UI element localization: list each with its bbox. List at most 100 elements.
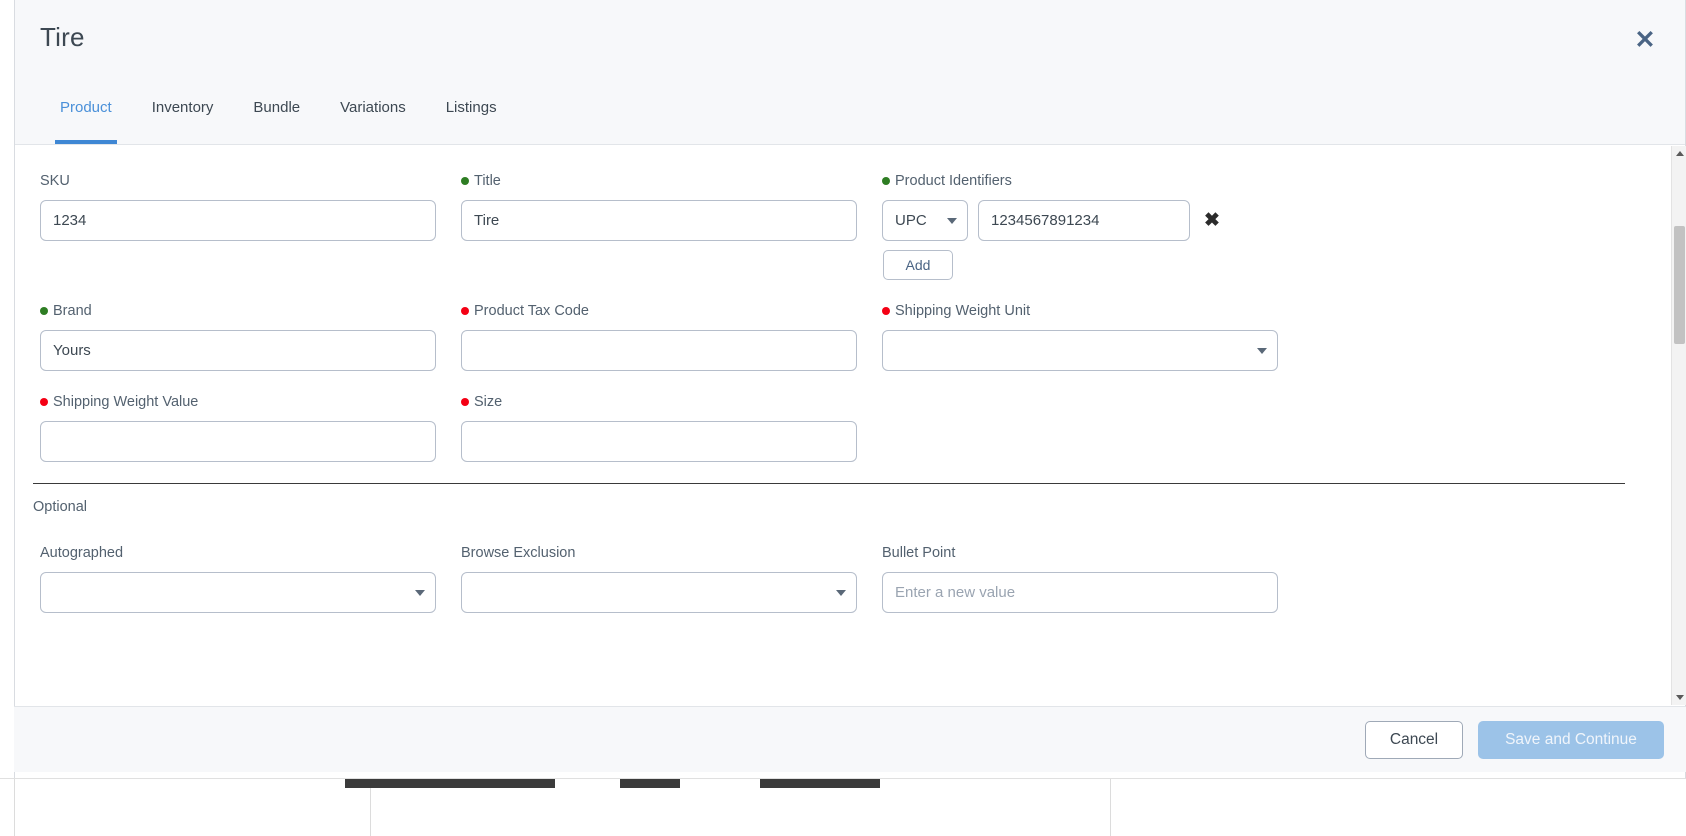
field-browse-exclusion-label: Browse Exclusion: [461, 545, 576, 561]
size-input[interactable]: [461, 421, 857, 462]
field-title-label: Title: [474, 173, 501, 189]
field-autographed: Autographed: [40, 543, 436, 613]
field-product-tax-code-label: Product Tax Code: [474, 303, 589, 319]
chevron-down-icon: [836, 589, 846, 596]
product-identifier-row: UPC ✖: [882, 200, 1278, 241]
chevron-down-icon: [1257, 347, 1267, 354]
chevron-down-icon: [947, 217, 957, 224]
tab-bar: Product Inventory Bundle Variations List…: [15, 97, 1685, 145]
tab-listings[interactable]: Listings: [426, 97, 517, 144]
field-size-label: Size: [474, 394, 503, 410]
field-bullet-point-label: Bullet Point: [882, 545, 956, 561]
shipping-weight-value-input[interactable]: [40, 421, 436, 462]
product-modal: Tire ✕ Product Inventory Bundle Variatio…: [14, 0, 1686, 778]
cancel-button[interactable]: Cancel: [1365, 720, 1463, 759]
field-sku-label-wrap: SKU: [40, 171, 436, 191]
modal-body: SKU Title Product Identifiers: [15, 145, 1685, 778]
scroll-down-button[interactable]: [1672, 690, 1686, 705]
field-brand-label: Brand: [53, 303, 92, 319]
field-bullet-point-label-wrap: Bullet Point: [882, 543, 1278, 563]
autographed-select[interactable]: [40, 572, 436, 613]
optional-section-title: Optional: [33, 499, 88, 515]
status-dot: [461, 307, 469, 315]
browse-exclusion-select[interactable]: [461, 572, 857, 613]
chevron-down-icon: [415, 589, 425, 596]
chevron-up-icon: [1675, 151, 1684, 156]
strip-text-block: [620, 779, 680, 788]
status-dot: [882, 307, 890, 315]
title-input[interactable]: [461, 200, 857, 241]
field-browse-exclusion: Browse Exclusion: [461, 543, 857, 613]
brand-input[interactable]: [40, 330, 436, 371]
strip-divider: [1110, 779, 1111, 836]
field-spacer: [882, 392, 1278, 462]
modal-header: Tire ✕: [15, 0, 1685, 97]
status-dot: [882, 177, 890, 185]
field-product-tax-code-label-wrap: Product Tax Code: [461, 301, 857, 321]
scrollbar-thumb[interactable]: [1674, 226, 1685, 344]
form-row-optional-1: Autographed Browse Exclusion Bullet Poin…: [40, 543, 1625, 613]
strip-text-block: [760, 779, 880, 788]
tab-variations[interactable]: Variations: [320, 97, 426, 144]
form-row-2: Brand Product Tax Code Shipping Weight U…: [40, 301, 1625, 371]
field-autographed-label-wrap: Autographed: [40, 543, 436, 563]
status-dot: [461, 398, 469, 406]
background-page-sliver: [0, 778, 1686, 836]
field-title-label-wrap: Title: [461, 171, 857, 191]
field-autographed-label: Autographed: [40, 545, 124, 561]
field-shipping-weight-unit-label-wrap: Shipping Weight Unit: [882, 301, 1278, 321]
add-identifier-button[interactable]: Add: [883, 250, 953, 280]
field-product-identifiers-label: Product Identifiers: [895, 173, 1012, 189]
field-shipping-weight-value-label: Shipping Weight Value: [53, 394, 199, 410]
page-title: Tire: [40, 22, 85, 52]
scroll-up-button[interactable]: [1672, 146, 1686, 161]
field-sku-label: SKU: [40, 173, 70, 189]
identifier-type-value: UPC: [895, 212, 927, 229]
tab-inventory[interactable]: Inventory: [132, 97, 234, 144]
strip-divider: [14, 779, 15, 836]
field-size: Size: [461, 392, 857, 462]
form-row-3: Shipping Weight Value Size: [40, 392, 1625, 462]
identifier-type-select[interactable]: UPC: [882, 200, 968, 241]
field-browse-exclusion-label-wrap: Browse Exclusion: [461, 543, 857, 563]
field-product-identifiers: Product Identifiers UPC ✖ Add: [882, 171, 1278, 280]
field-shipping-weight-unit-label: Shipping Weight Unit: [895, 303, 1031, 319]
field-brand: Brand: [40, 301, 436, 371]
field-size-label-wrap: Size: [461, 392, 857, 412]
status-dot: [40, 398, 48, 406]
vertical-scrollbar[interactable]: [1671, 146, 1686, 705]
modal-footer: Cancel Save and Continue: [14, 706, 1686, 772]
field-bullet-point: Bullet Point: [882, 543, 1278, 613]
tab-bundle[interactable]: Bundle: [233, 97, 320, 144]
tab-variations-label: Variations: [340, 99, 406, 116]
identifier-value-input[interactable]: [978, 200, 1190, 241]
field-product-identifiers-label-wrap: Product Identifiers: [882, 171, 1278, 191]
optional-fields-grid: Autographed Browse Exclusion Bullet Poin…: [15, 543, 1685, 613]
status-dot: [461, 177, 469, 185]
field-sku: SKU: [40, 171, 436, 280]
close-icon[interactable]: ✕: [1631, 26, 1659, 54]
field-shipping-weight-unit: Shipping Weight Unit: [882, 301, 1278, 371]
field-brand-label-wrap: Brand: [40, 301, 436, 321]
tab-bundle-label: Bundle: [253, 99, 301, 116]
form-row-1: SKU Title Product Identifiers: [40, 171, 1625, 280]
save-and-continue-button: Save and Continue: [1478, 720, 1664, 759]
tab-inventory-label: Inventory: [151, 99, 214, 116]
required-fields-grid: SKU Title Product Identifiers: [15, 171, 1685, 462]
shipping-weight-unit-select[interactable]: [882, 330, 1278, 371]
strip-text-block: [345, 779, 555, 788]
section-divider: [33, 483, 1625, 484]
remove-identifier-icon[interactable]: ✖: [1204, 211, 1220, 230]
product-tax-code-input[interactable]: [461, 330, 857, 371]
field-product-tax-code: Product Tax Code: [461, 301, 857, 371]
tab-product[interactable]: Product: [40, 97, 132, 144]
tab-listings-label: Listings: [445, 99, 497, 116]
field-shipping-weight-value-label-wrap: Shipping Weight Value: [40, 392, 436, 412]
status-dot: [40, 307, 48, 315]
field-shipping-weight-value: Shipping Weight Value: [40, 392, 436, 462]
tab-product-label: Product: [60, 99, 112, 116]
bullet-point-input[interactable]: [882, 572, 1278, 613]
field-title: Title: [461, 171, 857, 280]
sku-input[interactable]: [40, 200, 436, 241]
chevron-down-icon: [1675, 695, 1684, 700]
